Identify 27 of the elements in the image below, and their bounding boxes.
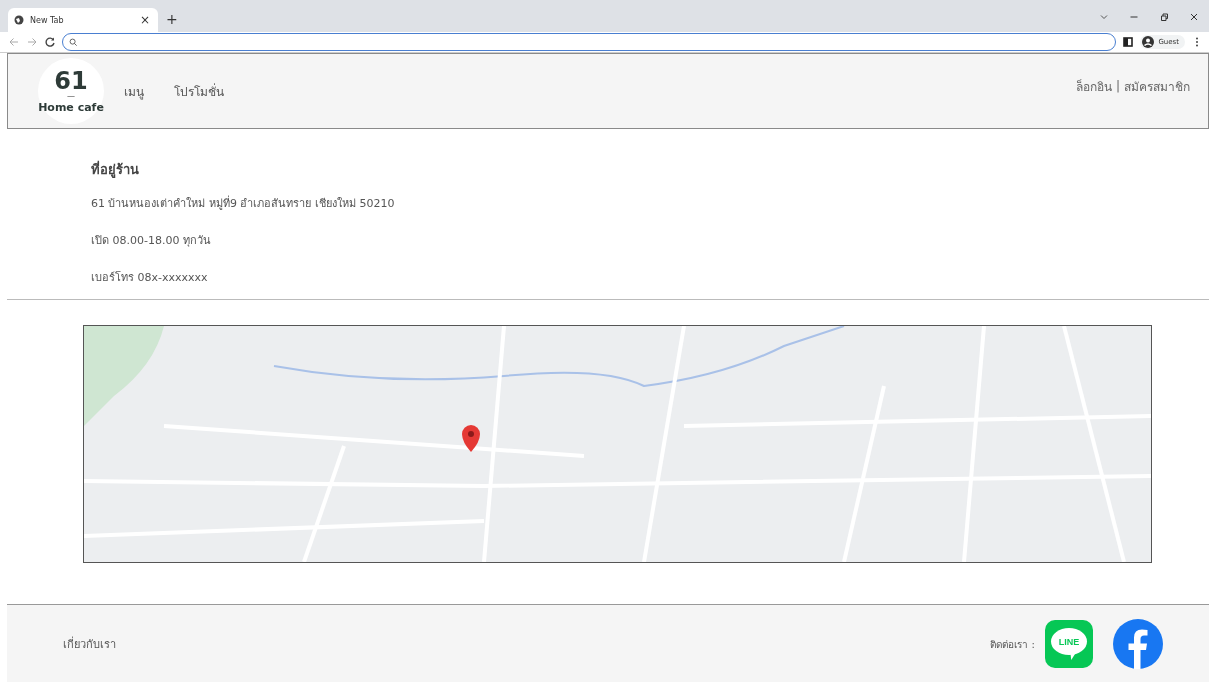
tab-title: New Tab (30, 15, 65, 25)
side-panel-icon[interactable] (1122, 36, 1135, 48)
restore-icon[interactable] (1159, 12, 1169, 22)
info-text: เปิด 08.00-18.00 ทุกวัน (91, 233, 212, 249)
reload-icon[interactable] (44, 36, 56, 48)
login-link[interactable]: ล็อกอิน (1075, 76, 1112, 96)
globe-icon (14, 15, 24, 25)
avatar-icon (1142, 36, 1155, 48)
info-text: 61 บ้านหนองเต่าคำใหม่ หมู่ที่9 อำเภอสันทราย เชียงใหม่ 50210 (91, 194, 396, 212)
about-link[interactable]: เกี่ยวกับเรา (63, 635, 116, 653)
facebook-icon[interactable] (1113, 619, 1163, 669)
logo[interactable]: 61 — Home cafe (38, 58, 104, 124)
new-tab-button[interactable]: + (164, 11, 180, 27)
section-heading: ที่อยู่ร้าน (91, 159, 140, 180)
close-tab-button[interactable]: × (137, 13, 152, 27)
nav-link[interactable]: เมนู (124, 81, 144, 101)
close-icon[interactable] (1189, 12, 1199, 22)
contact-label: ติดต่อเรา : (990, 637, 1035, 652)
separator: | (1115, 79, 1120, 93)
forward-icon[interactable] (26, 36, 38, 48)
search-icon (69, 37, 78, 47)
nav-link[interactable]: โปรโมชั่น (174, 81, 224, 101)
browser-tab[interactable]: New Tab × (8, 8, 158, 32)
back-icon[interactable] (8, 36, 20, 48)
register-link[interactable]: สมัครสมาชิก (1124, 76, 1190, 96)
chevron-down-icon[interactable] (1099, 12, 1109, 22)
info-text: เบอร์โทร 08x-xxxxxxx (91, 270, 209, 286)
